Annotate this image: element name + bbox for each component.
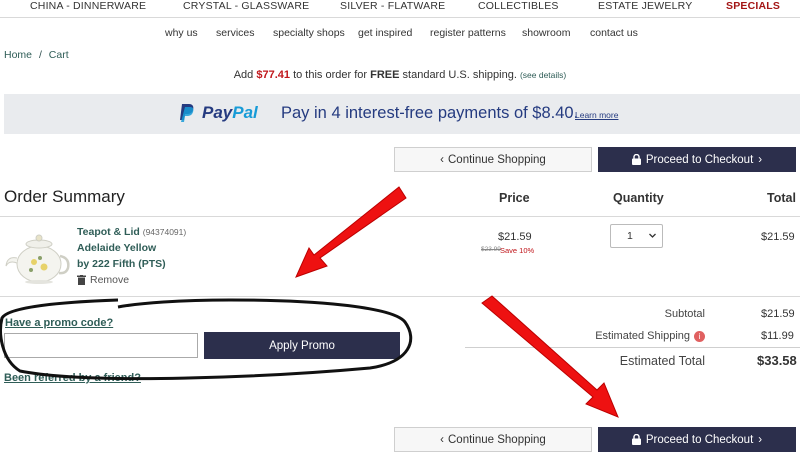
paypal-icon bbox=[180, 104, 194, 122]
item-name: Teapot & Lid bbox=[77, 226, 140, 238]
checkout-label: Proceed to Checkout bbox=[645, 433, 754, 446]
subnav-contact-us[interactable]: contact us bbox=[590, 27, 638, 39]
item-divider bbox=[0, 296, 800, 297]
referred-by-friend-link[interactable]: Been referred by a friend? bbox=[4, 372, 141, 384]
subnav-services[interactable]: services bbox=[216, 27, 255, 39]
nav-divider bbox=[0, 17, 800, 18]
column-quantity: Quantity bbox=[613, 191, 664, 205]
trash-icon bbox=[77, 275, 86, 285]
item-save-percent: Save 10% bbox=[500, 246, 535, 255]
estimated-shipping: Estimated Shipping i bbox=[540, 330, 705, 342]
item-pattern[interactable]: Adelaide Yellow bbox=[77, 242, 156, 254]
breadcrumb: Home / Cart bbox=[4, 49, 69, 61]
nav-china-dinnerware[interactable]: CHINA - DINNERWARE bbox=[30, 0, 146, 12]
subnav-showroom[interactable]: showroom bbox=[522, 27, 570, 39]
chevron-right-icon: › bbox=[758, 153, 763, 166]
chevron-right-icon: › bbox=[758, 433, 763, 446]
nav-crystal-glassware[interactable]: CRYSTAL - GLASSWARE bbox=[183, 0, 309, 12]
estimated-shipping-value: $11.99 bbox=[761, 330, 794, 342]
subtotal-value: $21.59 bbox=[761, 308, 795, 320]
column-total: Total bbox=[767, 191, 796, 205]
apply-promo-label: Apply Promo bbox=[269, 339, 335, 352]
shipping-prefix: Add bbox=[233, 69, 254, 81]
estimated-shipping-label: Estimated Shipping bbox=[595, 330, 690, 342]
subnav-specialty-shops[interactable]: specialty shops bbox=[273, 27, 345, 39]
continue-shopping-button-bottom[interactable]: ‹ Continue Shopping bbox=[394, 427, 592, 452]
subnav-register-patterns[interactable]: register patterns bbox=[430, 27, 506, 39]
nav-silver-flatware[interactable]: SILVER - FLATWARE bbox=[340, 0, 445, 12]
item-name-link[interactable]: Teapot & Lid (94374091) bbox=[77, 226, 186, 238]
breadcrumb-home[interactable]: Home bbox=[4, 49, 32, 61]
lock-icon bbox=[631, 434, 641, 445]
order-summary-title: Order Summary bbox=[4, 187, 125, 206]
subnav-why-us[interactable]: why us bbox=[165, 27, 198, 39]
apply-promo-button[interactable]: Apply Promo bbox=[204, 332, 400, 359]
chevron-left-icon: ‹ bbox=[440, 153, 444, 166]
nav-collectibles[interactable]: COLLECTIBLES bbox=[478, 0, 559, 12]
annotation-arrow-down-left bbox=[295, 186, 407, 278]
free-shipping-message: Add $77.41 to this order for FREE standa… bbox=[0, 69, 800, 81]
shipping-details-link[interactable]: (see details) bbox=[520, 70, 566, 80]
category-nav: CHINA - DINNERWARE CRYSTAL - GLASSWARE S… bbox=[0, 0, 800, 14]
column-price: Price bbox=[499, 191, 530, 205]
lock-icon bbox=[631, 154, 641, 165]
item-original-price: $23.99 bbox=[481, 246, 501, 253]
shipping-free: FREE bbox=[370, 69, 400, 81]
subnav-get-inspired[interactable]: get inspired bbox=[358, 27, 412, 39]
paypal-learn-more-link[interactable]: Learn more bbox=[575, 110, 618, 120]
shipping-suffix: standard U.S. shipping. bbox=[402, 69, 517, 81]
paypal-logo: PayPal bbox=[202, 103, 258, 123]
paypal-logo-pal: Pal bbox=[232, 103, 258, 122]
item-maker[interactable]: by 222 Fifth (PTS) bbox=[77, 258, 166, 270]
quantity-value: 1 bbox=[627, 230, 633, 242]
proceed-to-checkout-button-top[interactable]: Proceed to Checkout › bbox=[598, 147, 796, 172]
teapot-thumbnail[interactable] bbox=[4, 226, 70, 286]
checkout-label: Proceed to Checkout bbox=[645, 153, 754, 166]
chevron-left-icon: ‹ bbox=[440, 433, 444, 446]
quantity-select[interactable]: 1 bbox=[610, 224, 663, 248]
chevron-down-icon bbox=[649, 233, 656, 238]
totals-divider bbox=[465, 347, 800, 348]
paypal-logo-pay: Pay bbox=[202, 103, 233, 122]
estimated-total-value: $33.58 bbox=[757, 353, 797, 368]
subtotal-label: Subtotal bbox=[664, 308, 705, 320]
continue-shopping-label: Continue Shopping bbox=[448, 433, 546, 446]
promo-code-link[interactable]: Have a promo code? bbox=[5, 317, 113, 329]
promo-code-input[interactable] bbox=[4, 333, 198, 358]
breadcrumb-current: Cart bbox=[48, 49, 69, 61]
paypal-message: Pay in 4 interest-free payments of $8.40… bbox=[281, 104, 579, 122]
item-total: $21.59 bbox=[761, 231, 795, 243]
paypal-banner: PayPal Pay in 4 interest-free payments o… bbox=[4, 94, 800, 134]
continue-shopping-label: Continue Shopping bbox=[448, 153, 546, 166]
estimated-total-label: Estimated Total bbox=[619, 354, 705, 368]
item-price: $21.59 bbox=[498, 231, 532, 243]
header-divider bbox=[0, 216, 800, 217]
remove-item-button[interactable]: Remove bbox=[77, 274, 129, 286]
breadcrumb-separator: / bbox=[38, 49, 42, 61]
nav-specials[interactable]: SPECIALS bbox=[726, 0, 780, 12]
shipping-amount: $77.41 bbox=[256, 69, 291, 81]
item-sku: (94374091) bbox=[142, 227, 187, 237]
nav-estate-jewelry[interactable]: ESTATE JEWELRY bbox=[598, 0, 692, 12]
proceed-to-checkout-button-bottom[interactable]: Proceed to Checkout › bbox=[598, 427, 796, 452]
info-icon[interactable]: i bbox=[694, 330, 705, 342]
remove-label: Remove bbox=[90, 274, 130, 286]
continue-shopping-button-top[interactable]: ‹ Continue Shopping bbox=[394, 147, 592, 172]
shipping-middle: to this order for bbox=[293, 69, 368, 81]
